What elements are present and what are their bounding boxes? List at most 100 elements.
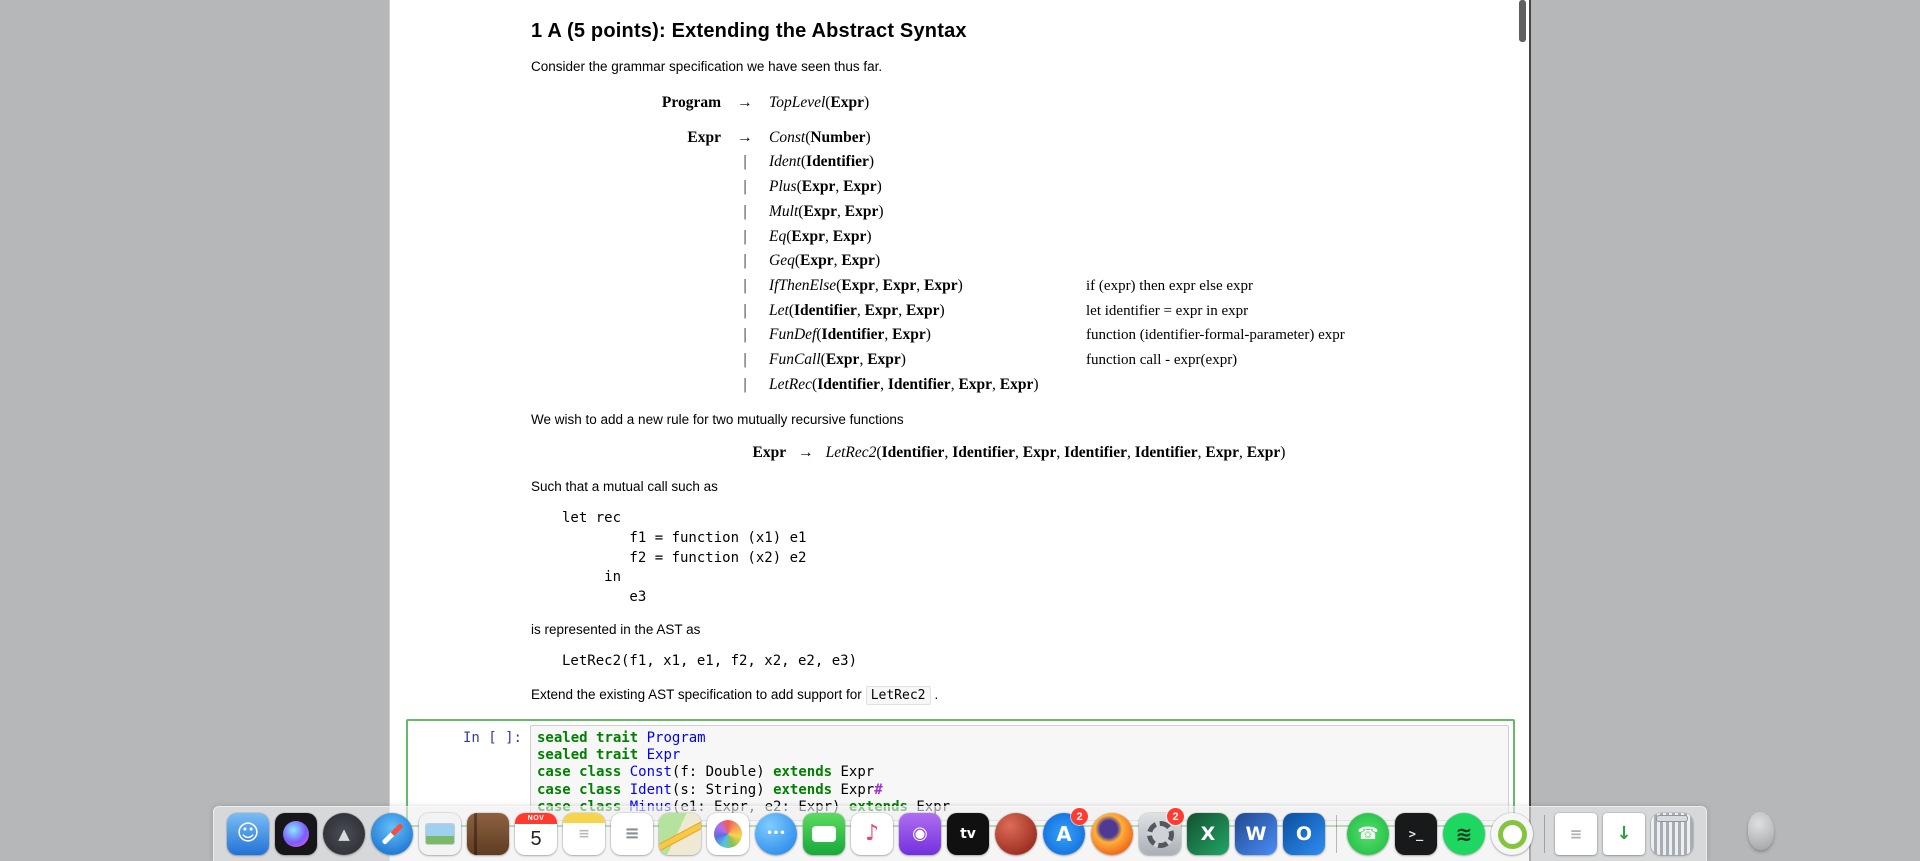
dock-item-photos[interactable]	[704, 811, 752, 857]
grammar-note: function (identifier-formal-parameter) e…	[1086, 327, 1345, 344]
grammar-lhs: Program	[661, 94, 721, 111]
grammar-note	[1086, 150, 1507, 175]
dock-item-excel[interactable]: X	[1184, 811, 1232, 857]
alternative-bar: |	[743, 276, 747, 294]
desktop-item[interactable]	[1748, 812, 1774, 850]
text-document-icon: ≡	[1555, 813, 1597, 855]
dock-item-facetime[interactable]	[800, 811, 848, 857]
dock-item-launchpad[interactable]: ▲	[320, 811, 368, 857]
dock-item-messages[interactable]: •••	[752, 811, 800, 857]
code-example: let rec f1 = function (x1) e1 f2 = funct…	[562, 510, 807, 605]
alternative-bar: |	[743, 375, 747, 393]
terminal-icon: >_	[1395, 813, 1437, 855]
safari-icon-detail	[381, 823, 403, 845]
photos-icon	[707, 813, 749, 855]
grammar-lhs	[531, 348, 721, 373]
dock-item-maps[interactable]	[656, 811, 704, 857]
preview-icon-detail	[425, 823, 455, 845]
facetime-icon	[803, 813, 845, 855]
dock-item-text-document[interactable]: ≡	[1552, 811, 1600, 857]
production: LetRec2(Identifier, Identifier, Expr, Id…	[825, 444, 1286, 462]
facetime-icon-detail	[812, 826, 836, 842]
cell-prompt: In [ ]:	[462, 730, 522, 746]
grammar-program: Program → TopLevel(Expr)	[531, 91, 1507, 116]
para-new-rule: We wish to add a new rule for two mutual…	[531, 412, 904, 428]
dock-item-calendar[interactable]: NOV 5	[512, 811, 560, 857]
dock-item-green-ring-app[interactable]	[1488, 811, 1536, 857]
outlook-icon: O	[1283, 813, 1325, 855]
notification-badge: 2	[1071, 808, 1088, 825]
para-such-that: Such that a mutual call such as	[531, 479, 718, 495]
inline-code-letrec2: LetRec2	[865, 686, 931, 705]
grammar-row: Expr → Const(Number)	[531, 126, 1507, 151]
dock-item-word[interactable]: W	[1232, 811, 1280, 857]
grammar-expr: Expr → Const(Number) | Ident(Identifier) | Plu…	[531, 126, 1507, 398]
dock-item-red-sphere[interactable]	[992, 811, 1040, 857]
alternative-bar: |	[743, 153, 747, 171]
spotify-glyph: ≋	[1455, 822, 1473, 846]
grammar-production: FunCall(Expr, Expr)	[769, 348, 1086, 373]
alternative-bar: |	[743, 252, 747, 270]
dock-item-siri[interactable]	[272, 811, 320, 857]
music-glyph: ♪	[864, 821, 880, 846]
dock-item-firefox[interactable]	[1088, 811, 1136, 857]
new-rule: Expr → LetRec2(Identifier, Identifier, Exp…	[752, 444, 1286, 462]
dock-item-trash[interactable]	[1648, 811, 1696, 857]
dock-item-outlook[interactable]: O	[1280, 811, 1328, 857]
grammar-note	[1086, 225, 1507, 250]
intro-paragraph: Consider the grammar specification we ha…	[531, 59, 883, 74]
grammar-production: Let(Identifier, Expr, Expr)	[769, 299, 1086, 324]
dock-item-music[interactable]: ♪	[848, 811, 896, 857]
grammar-production: LetRec(Identifier, Identifier, Expr, Exp…	[769, 373, 1086, 398]
alternative-bar: |	[743, 202, 747, 220]
para-extend-prefix: Extend the existing AST specification to…	[531, 687, 862, 702]
dock-item-whatsapp[interactable]: ☎	[1344, 811, 1392, 857]
grammar-row: | Ident(Identifier)	[531, 150, 1507, 175]
code-line: sealed trait Expr	[537, 747, 681, 764]
alternative-bar: |	[743, 351, 747, 369]
grammar-note: function call - expr(expr)	[1086, 352, 1238, 369]
contacts-icon-detail	[474, 813, 477, 855]
dock-item-downloads[interactable]: ↓	[1600, 811, 1648, 857]
grammar-row: | Geq(Expr, Expr)	[531, 249, 1507, 274]
trash-icon	[1651, 813, 1693, 855]
code-line: case class Ident(s: String) extends Expr…	[537, 781, 883, 798]
dock-item-podcasts[interactable]: ◉	[896, 811, 944, 857]
alternative-bar: |	[743, 178, 747, 196]
dock-item-reminders[interactable]: ≡	[608, 811, 656, 857]
notes-glyph: ≡	[578, 826, 590, 842]
dock-item-contacts[interactable]	[464, 811, 512, 857]
dock-item-tv[interactable]: tv	[944, 811, 992, 857]
grammar-lhs	[531, 175, 721, 200]
dock-item-spotify[interactable]: ≋	[1440, 811, 1488, 857]
text-document-glyph: ≡	[1569, 824, 1583, 843]
production: Plus(Expr, Expr)	[769, 178, 882, 196]
dock-item-safari[interactable]	[368, 811, 416, 857]
dock-item-system-preferences[interactable]: 2	[1136, 808, 1184, 857]
grammar-note	[1086, 249, 1507, 274]
reminders-glyph: ≡	[624, 823, 640, 844]
code-ast: LetRec2(f1, x1, e1, f2, x2, e2, e3)	[562, 653, 858, 670]
dock-item-app-store[interactable]: A2	[1040, 808, 1088, 857]
grammar-note	[1086, 91, 1507, 116]
alternative-bar: |	[743, 227, 747, 245]
grammar-production: Mult(Expr, Expr)	[769, 200, 1086, 225]
grammar-production: FunDef(Identifier, Expr)	[769, 323, 1086, 348]
dock-item-preview[interactable]	[416, 811, 464, 857]
grammar-production: IfThenElse(Expr, Expr, Expr)	[769, 274, 1086, 299]
production: IfThenElse(Expr, Expr, Expr)	[769, 276, 963, 294]
grammar-production: Const(Number)	[769, 126, 1086, 151]
grammar-lhs	[531, 373, 721, 398]
tv-icon: tv	[947, 813, 989, 855]
grammar-note: let identifier = expr in expr	[1086, 302, 1249, 319]
firefox-icon	[1091, 813, 1133, 855]
production: LetRec(Identifier, Identifier, Expr, Exp…	[769, 375, 1039, 393]
notebook-markdown: 1 A (5 points): Extending the Abstract S…	[390, 0, 1529, 705]
music-icon: ♪	[851, 813, 893, 855]
scrollbar-thumb[interactable]	[1519, 0, 1526, 42]
dock-item-terminal[interactable]: >_	[1392, 811, 1440, 857]
maps-icon-detail	[659, 817, 701, 854]
production: Ident(Identifier)	[769, 153, 875, 171]
dock-item-finder[interactable]: ☺	[224, 811, 272, 857]
dock-item-notes[interactable]: ≡	[560, 811, 608, 857]
